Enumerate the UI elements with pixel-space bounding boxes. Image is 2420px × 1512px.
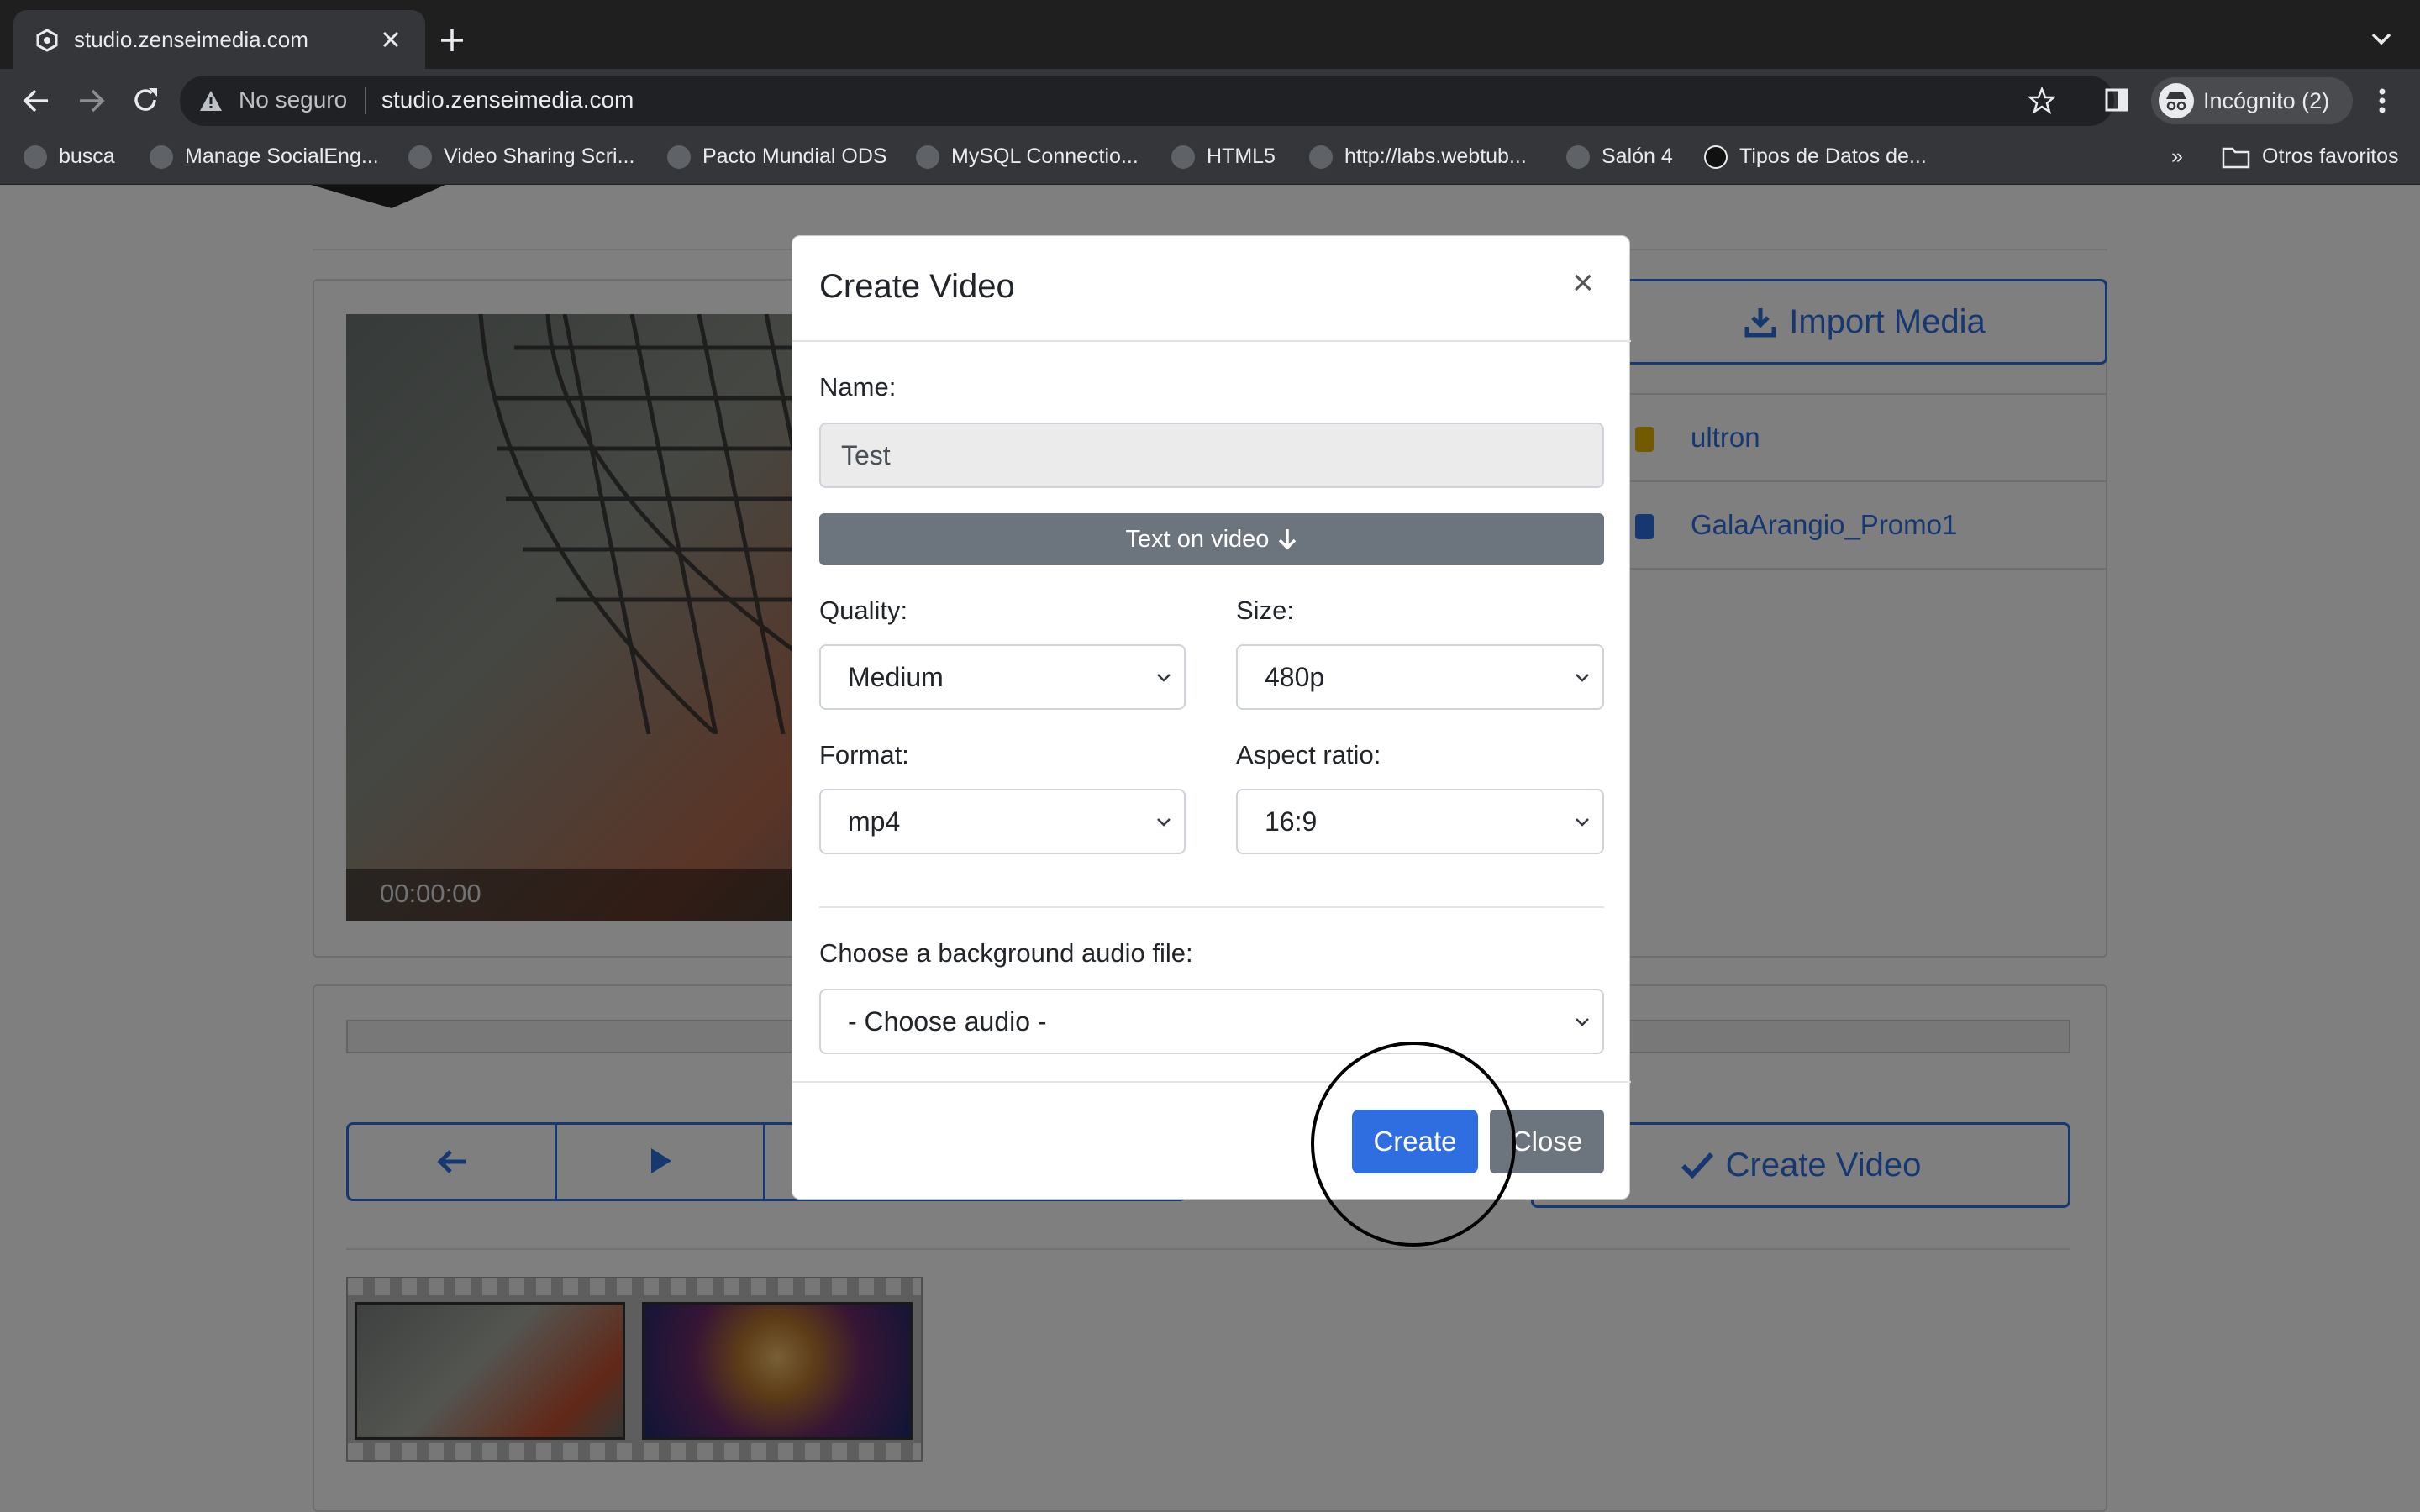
aspect-ratio-value: 16:9 (1265, 806, 1318, 837)
bookmark-item[interactable]: Pacto Mundial ODS (667, 144, 887, 169)
text-on-video-button[interactable]: Text on video (819, 513, 1604, 565)
warning-icon (198, 89, 224, 113)
incognito-profile-button[interactable]: Incógnito (2) (2151, 77, 2353, 124)
bookmark-item[interactable]: Tipos de Datos de... (1704, 144, 1927, 169)
audio-value: - Choose audio - (848, 1005, 1047, 1037)
bookmark-item[interactable]: Video Sharing Scri... (408, 144, 634, 169)
name-input[interactable]: Test (819, 423, 1604, 488)
bookmark-item[interactable]: Salón 4 (1566, 144, 1673, 169)
forward-arrow-icon[interactable] (77, 87, 106, 114)
aspect-ratio-select[interactable]: 16:9 (1236, 789, 1604, 854)
app-icon (1704, 144, 1728, 169)
incognito-icon (2158, 82, 2195, 119)
chevron-down-icon (1155, 816, 1172, 827)
globe-icon (1309, 144, 1333, 169)
audio-label: Choose a background audio file: (819, 938, 1193, 968)
other-bookmarks-folder[interactable]: Otros favoritos (2222, 144, 2399, 169)
bookmarks-bar: busca Manage SocialEng... Video Sharing … (0, 133, 2420, 185)
click-highlight-circle (1311, 1042, 1516, 1247)
bookmark-item[interactable]: Manage SocialEng... (150, 144, 379, 169)
form-divider (819, 906, 1604, 908)
audio-select[interactable]: - Choose audio - (819, 989, 1604, 1054)
tab-title: studio.zenseimedia.com (74, 27, 308, 52)
size-select[interactable]: 480p (1236, 644, 1604, 710)
aspect-ratio-label: Aspect ratio: (1236, 740, 1381, 769)
chevron-down-icon (1574, 816, 1591, 827)
modal-close-icon[interactable]: × (1572, 265, 1594, 302)
browser-tab[interactable]: studio.zenseimedia.com (13, 10, 425, 69)
tool-icon (916, 144, 939, 169)
url-separator (365, 87, 366, 114)
chevron-down-icon (1155, 671, 1172, 683)
profile-label: Incógnito (2) (2203, 88, 2330, 113)
globe-icon (1171, 144, 1195, 169)
bookmark-star-icon[interactable] (2028, 87, 2055, 114)
quality-label: Quality: (819, 596, 908, 625)
text-on-video-label: Text on video (1125, 525, 1270, 553)
format-value: mp4 (848, 806, 901, 837)
format-label: Format: (819, 740, 909, 769)
globe-icon (24, 144, 47, 169)
bookmark-item[interactable]: http://labs.webtub... (1309, 144, 1527, 169)
globe-icon (408, 144, 432, 169)
folder-icon (2222, 145, 2250, 169)
bookmark-item[interactable]: busca (24, 144, 115, 169)
security-status: No seguro (239, 87, 348, 113)
url-text[interactable]: studio.zenseimedia.com (381, 87, 634, 113)
size-label: Size: (1236, 596, 1294, 625)
site-favicon-icon (35, 29, 59, 52)
size-value: 480p (1265, 661, 1325, 692)
back-arrow-icon[interactable] (22, 87, 50, 114)
arrow-down-icon (1277, 528, 1297, 551)
name-input-value: Test (841, 439, 891, 470)
globe-icon (1566, 144, 1590, 169)
globe-icon (150, 144, 173, 169)
browser-menu-icon[interactable] (2378, 87, 2386, 114)
close-tab-icon[interactable] (380, 29, 402, 50)
name-label: Name: (819, 372, 897, 402)
close-button-label: Close (1511, 1126, 1583, 1157)
chevron-down-icon (1574, 1016, 1591, 1027)
globe-icon (667, 144, 691, 169)
bookmarks-overflow-button[interactable]: » (2171, 144, 2183, 169)
format-select[interactable]: mp4 (819, 789, 1186, 854)
modal-footer-divider (792, 1081, 1631, 1083)
chevron-down-icon (1574, 671, 1591, 683)
tab-search-chevron-icon[interactable] (2370, 30, 2393, 47)
quality-select[interactable]: Medium (819, 644, 1186, 710)
modal-header-divider (792, 340, 1631, 342)
reload-icon[interactable] (131, 86, 160, 114)
side-panel-icon[interactable] (2104, 87, 2129, 113)
address-bar[interactable]: No seguro studio.zenseimedia.com (180, 76, 2114, 126)
bookmark-item[interactable]: MySQL Connectio... (916, 144, 1139, 169)
bookmark-item[interactable]: HTML5 (1171, 144, 1276, 169)
quality-value: Medium (848, 661, 944, 692)
create-video-modal: Create Video × Name: Test Text on video … (792, 235, 1631, 1200)
modal-title: Create Video (819, 268, 1015, 305)
new-tab-icon[interactable] (439, 27, 466, 54)
